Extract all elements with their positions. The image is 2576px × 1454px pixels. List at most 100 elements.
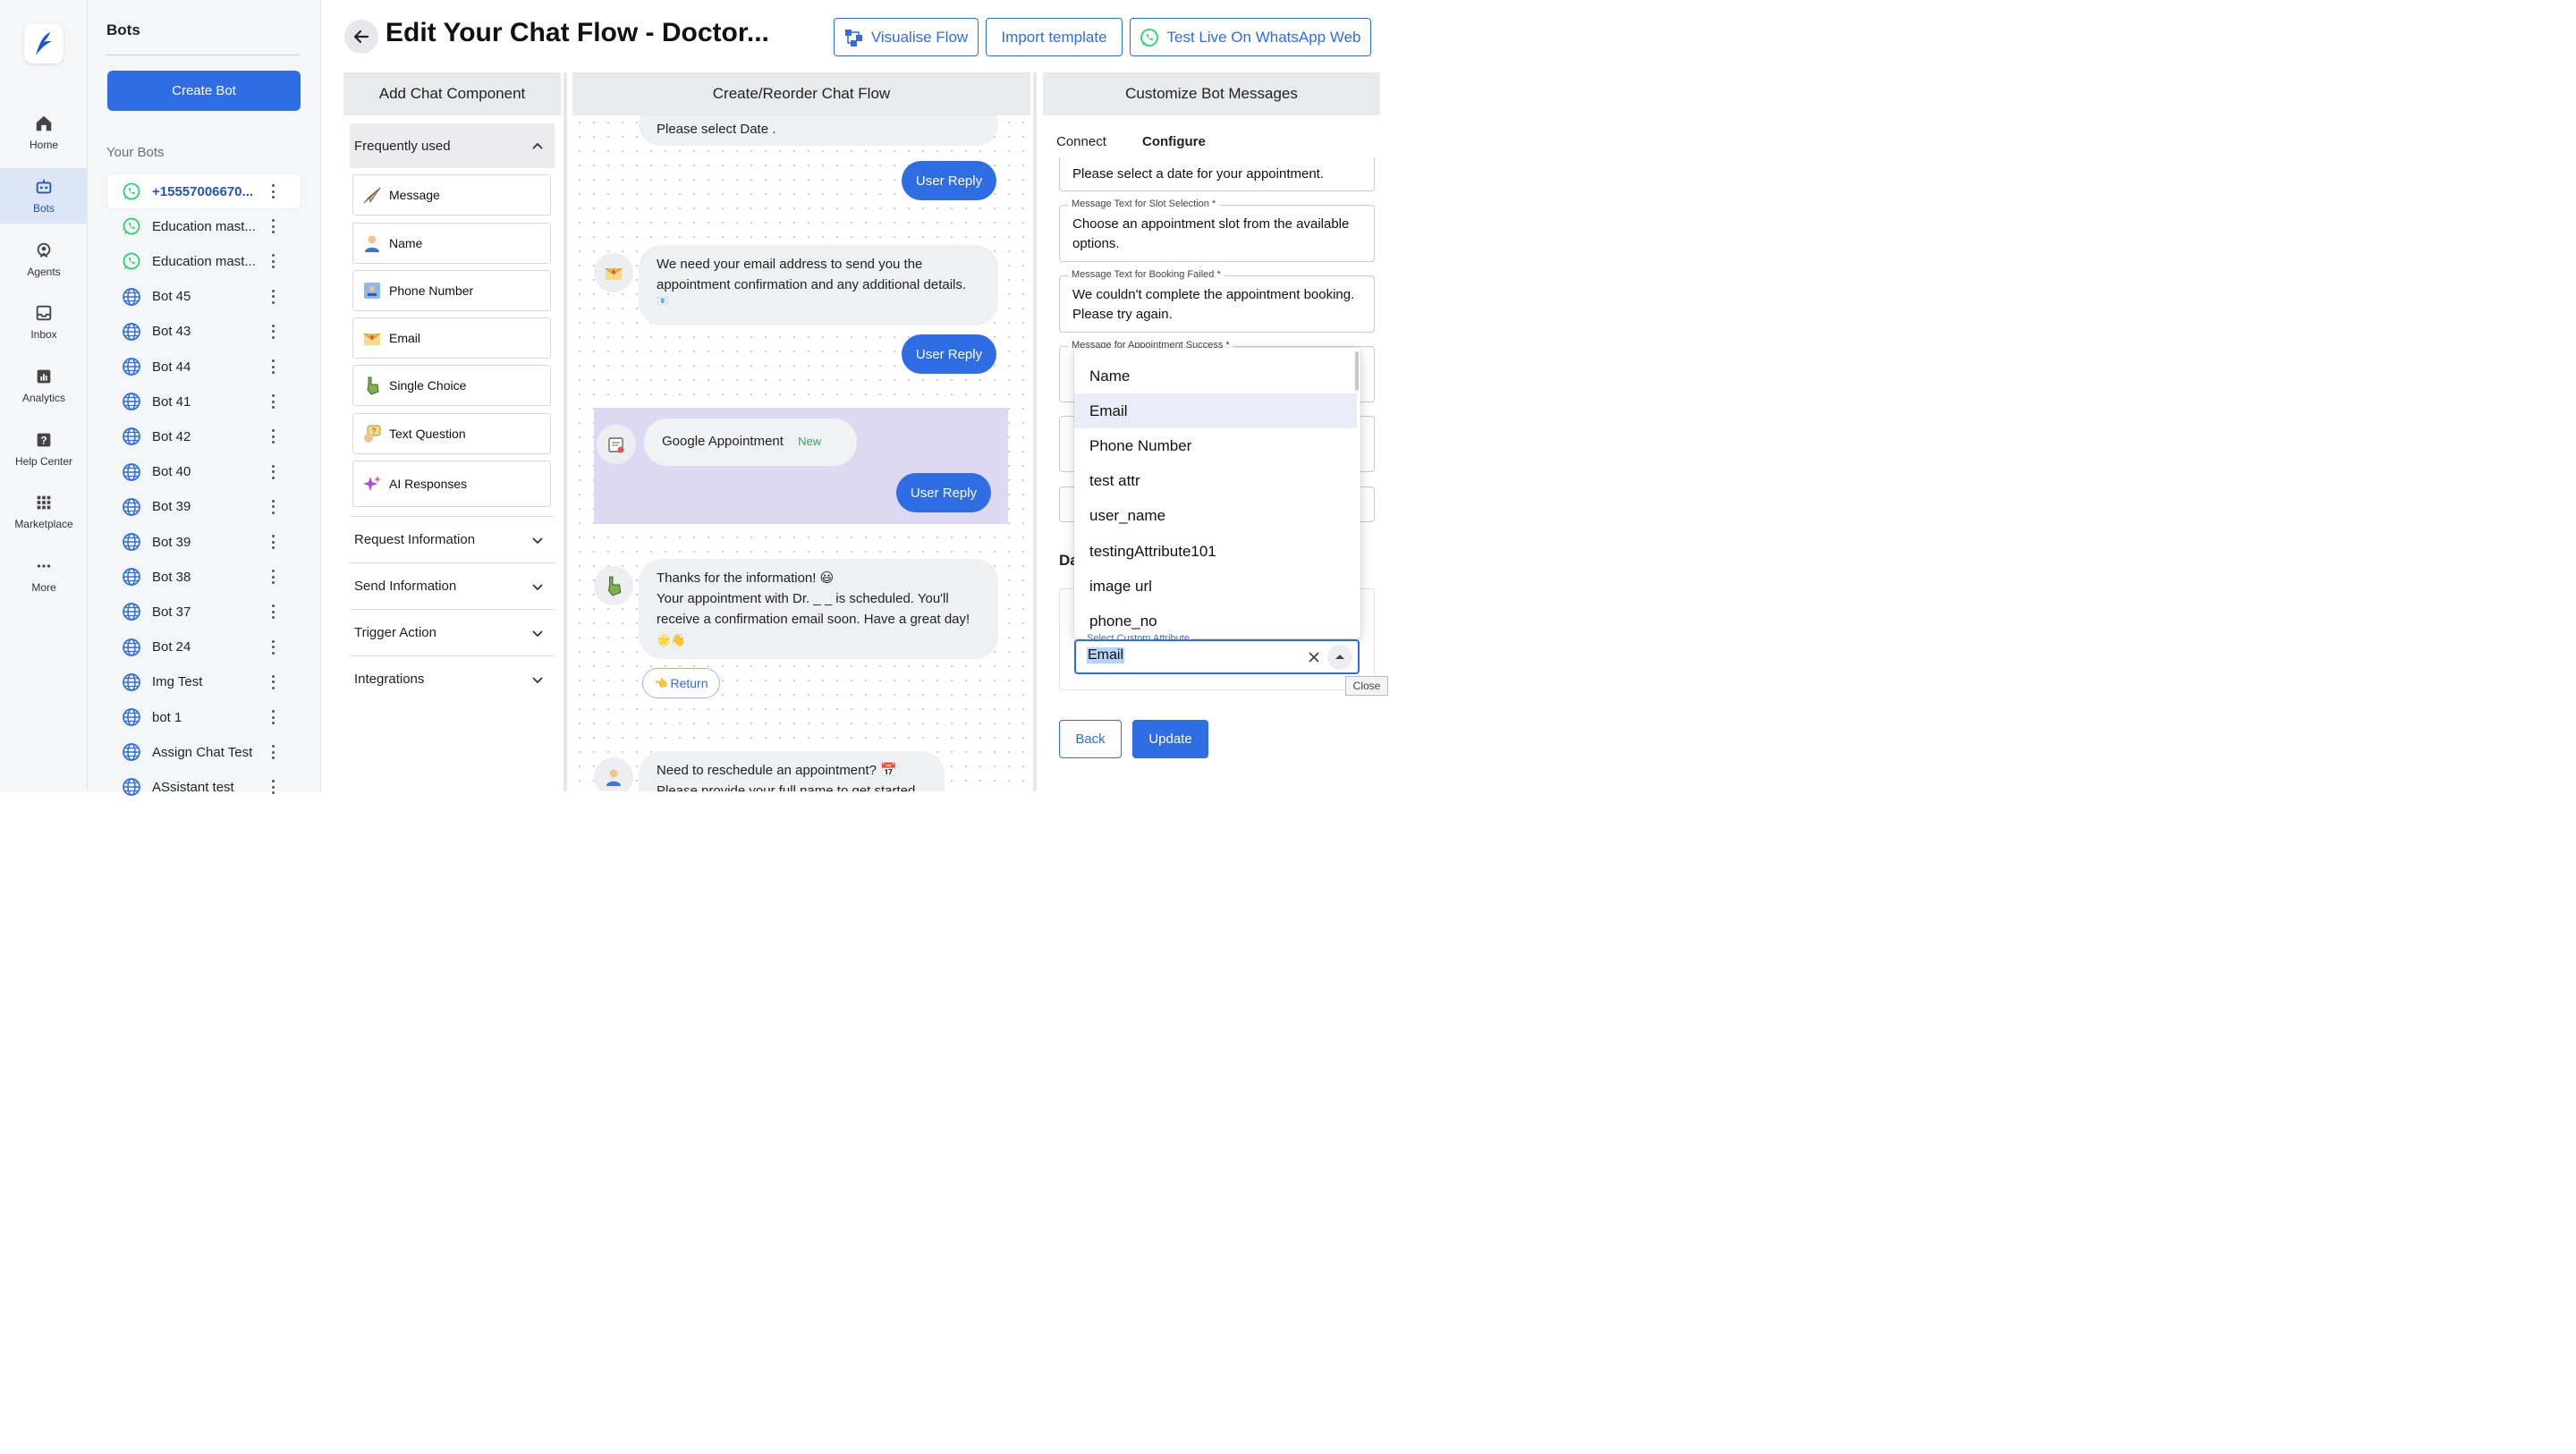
import-template-button[interactable]: Import template xyxy=(986,18,1123,56)
nav-more[interactable]: More xyxy=(0,547,88,603)
kebab-menu-icon[interactable] xyxy=(272,745,275,760)
user-reply-button[interactable]: User Reply xyxy=(902,161,996,200)
date-message-field[interactable]: Please select a date for your appointmen… xyxy=(1059,157,1375,191)
kebab-menu-icon[interactable] xyxy=(272,570,275,585)
flow-canvas[interactable]: Please select Date . User Reply We need … xyxy=(572,115,1030,791)
update-button[interactable]: Update xyxy=(1132,720,1208,758)
kebab-menu-icon[interactable] xyxy=(272,639,275,655)
globe-icon xyxy=(123,497,140,516)
bot-list-item[interactable]: Bot 24 xyxy=(107,630,301,664)
column-divider[interactable] xyxy=(564,72,567,791)
bot-name: Img Test xyxy=(152,674,203,690)
bot-list-item[interactable]: Bot 45 xyxy=(107,280,301,314)
section-request-information[interactable]: Request Information xyxy=(350,516,555,562)
message-bubble[interactable]: We need your email address to send you t… xyxy=(639,245,998,325)
kebab-menu-icon[interactable] xyxy=(272,324,275,339)
kebab-menu-icon[interactable] xyxy=(272,710,275,724)
kebab-menu-icon[interactable] xyxy=(272,254,275,269)
component-message[interactable]: Message xyxy=(352,174,551,216)
bot-list-item[interactable]: ASsistant test xyxy=(107,770,301,804)
bot-list-item[interactable]: Bot 44 xyxy=(107,350,301,384)
kebab-menu-icon[interactable] xyxy=(272,464,275,479)
booking-failed-field[interactable]: We couldn't complete the appointment boo… xyxy=(1059,275,1375,333)
bot-list-item[interactable]: Bot 37 xyxy=(107,595,301,629)
component-text-question[interactable]: ? Text Question xyxy=(352,413,551,454)
nav-analytics[interactable]: Analytics xyxy=(0,358,88,413)
dropdown-option[interactable]: image url xyxy=(1074,569,1357,604)
dropdown-option[interactable]: Name xyxy=(1074,359,1357,393)
user-reply-button[interactable]: User Reply xyxy=(902,334,996,374)
home-icon xyxy=(36,115,52,131)
bot-list-item[interactable]: Bot 41 xyxy=(107,385,301,418)
nav-marketplace[interactable]: Marketplace xyxy=(0,484,88,539)
message-bubble[interactable]: Thanks for the information! 😃 Your appoi… xyxy=(639,559,998,659)
section-send-information[interactable]: Send Information xyxy=(350,562,555,609)
bot-list-item[interactable]: Assign Chat Test xyxy=(107,735,301,769)
dropdown-option[interactable]: Phone Number xyxy=(1074,428,1357,463)
dropdown-option[interactable]: Email xyxy=(1074,393,1357,429)
message-bubble[interactable]: Need to reschedule an appointment? 📅 Ple… xyxy=(639,751,945,791)
app-logo[interactable] xyxy=(24,24,64,63)
google-appointment-block[interactable]: Google Appointment New User Reply xyxy=(594,408,1008,524)
nav-label: Help Center xyxy=(14,455,73,468)
kebab-menu-icon[interactable] xyxy=(272,394,275,410)
section-integrations[interactable]: Integrations xyxy=(350,655,555,702)
kebab-menu-icon[interactable] xyxy=(272,219,275,234)
google-appointment-bubble[interactable]: Google Appointment New xyxy=(644,418,857,466)
bot-list-item[interactable]: Img Test xyxy=(107,665,301,699)
bot-list-item[interactable]: Bot 43 xyxy=(107,315,301,349)
frequently-used-section[interactable]: Frequently used xyxy=(350,123,555,168)
kebab-menu-icon[interactable] xyxy=(272,535,275,549)
back-button[interactable]: Back xyxy=(1059,720,1122,758)
help-icon: ? xyxy=(37,433,51,447)
tab-connect[interactable]: Connect xyxy=(1056,134,1106,149)
bot-name: Education mast... xyxy=(152,253,256,269)
bot-list-item[interactable]: Bot 38 xyxy=(107,560,301,594)
component-single-choice[interactable]: Single Choice xyxy=(352,365,551,406)
kebab-menu-icon[interactable] xyxy=(272,184,275,199)
bot-list-item[interactable]: Education mast... xyxy=(107,209,301,243)
bot-list-item[interactable]: Bot 39 xyxy=(107,490,301,524)
kebab-menu-icon[interactable] xyxy=(272,674,275,689)
clear-icon[interactable] xyxy=(1307,650,1321,664)
component-phone-number[interactable]: Phone Number xyxy=(352,270,551,311)
kebab-menu-icon[interactable] xyxy=(272,604,275,620)
section-trigger-action[interactable]: Trigger Action xyxy=(350,609,555,655)
import-template-label: Import template xyxy=(1001,28,1107,46)
kebab-menu-icon[interactable] xyxy=(272,499,275,514)
bot-list-item[interactable]: Bot 40 xyxy=(107,455,301,489)
select-value[interactable]: Email xyxy=(1087,647,1125,664)
tab-configure[interactable]: Configure xyxy=(1142,134,1206,149)
dropdown-option[interactable]: user_name xyxy=(1074,499,1357,534)
visualise-flow-button[interactable]: Visualise Flow xyxy=(834,18,979,56)
bot-list-item[interactable]: bot 1 xyxy=(107,700,301,734)
back-arrow-button[interactable] xyxy=(344,20,378,54)
slot-selection-field[interactable]: Choose an appointment slot from the avai… xyxy=(1059,205,1375,262)
flow-diagram-icon xyxy=(844,29,862,46)
nav-home[interactable]: Home xyxy=(0,105,88,160)
return-button[interactable]: 👈 Return xyxy=(642,668,720,698)
nav-inbox[interactable]: Inbox xyxy=(0,294,88,350)
kebab-menu-icon[interactable] xyxy=(272,359,275,374)
bot-list-item[interactable]: +15557006670... xyxy=(107,174,301,208)
nav-bots[interactable]: Bots xyxy=(0,168,88,224)
dropdown-option[interactable]: test attr xyxy=(1074,464,1357,499)
create-bot-button[interactable]: Create Bot xyxy=(107,71,301,111)
user-reply-button[interactable]: User Reply xyxy=(896,473,991,512)
component-ai-responses[interactable]: AI Responses xyxy=(352,461,551,507)
component-email[interactable]: Email xyxy=(352,317,551,359)
kebab-menu-icon[interactable] xyxy=(272,289,275,304)
nav-help-center[interactable]: ? Help Center xyxy=(0,421,88,477)
component-name[interactable]: Name xyxy=(352,223,551,264)
kebab-menu-icon[interactable] xyxy=(272,780,275,795)
nav-agents[interactable]: Agents xyxy=(0,232,88,287)
dropdown-option[interactable]: testingAttribute101 xyxy=(1074,534,1357,569)
column-divider[interactable] xyxy=(1033,72,1037,791)
bot-list-item[interactable]: Bot 39 xyxy=(107,525,301,559)
dropdown-toggle[interactable] xyxy=(1327,645,1352,670)
bot-list-item[interactable]: Education mast... xyxy=(107,244,301,278)
kebab-menu-icon[interactable] xyxy=(272,429,275,444)
bot-list-item[interactable]: Bot 42 xyxy=(107,419,301,453)
test-whatsapp-button[interactable]: Test Live On WhatsApp Web xyxy=(1130,18,1371,56)
message-bubble[interactable]: Please select Date . xyxy=(639,115,998,146)
